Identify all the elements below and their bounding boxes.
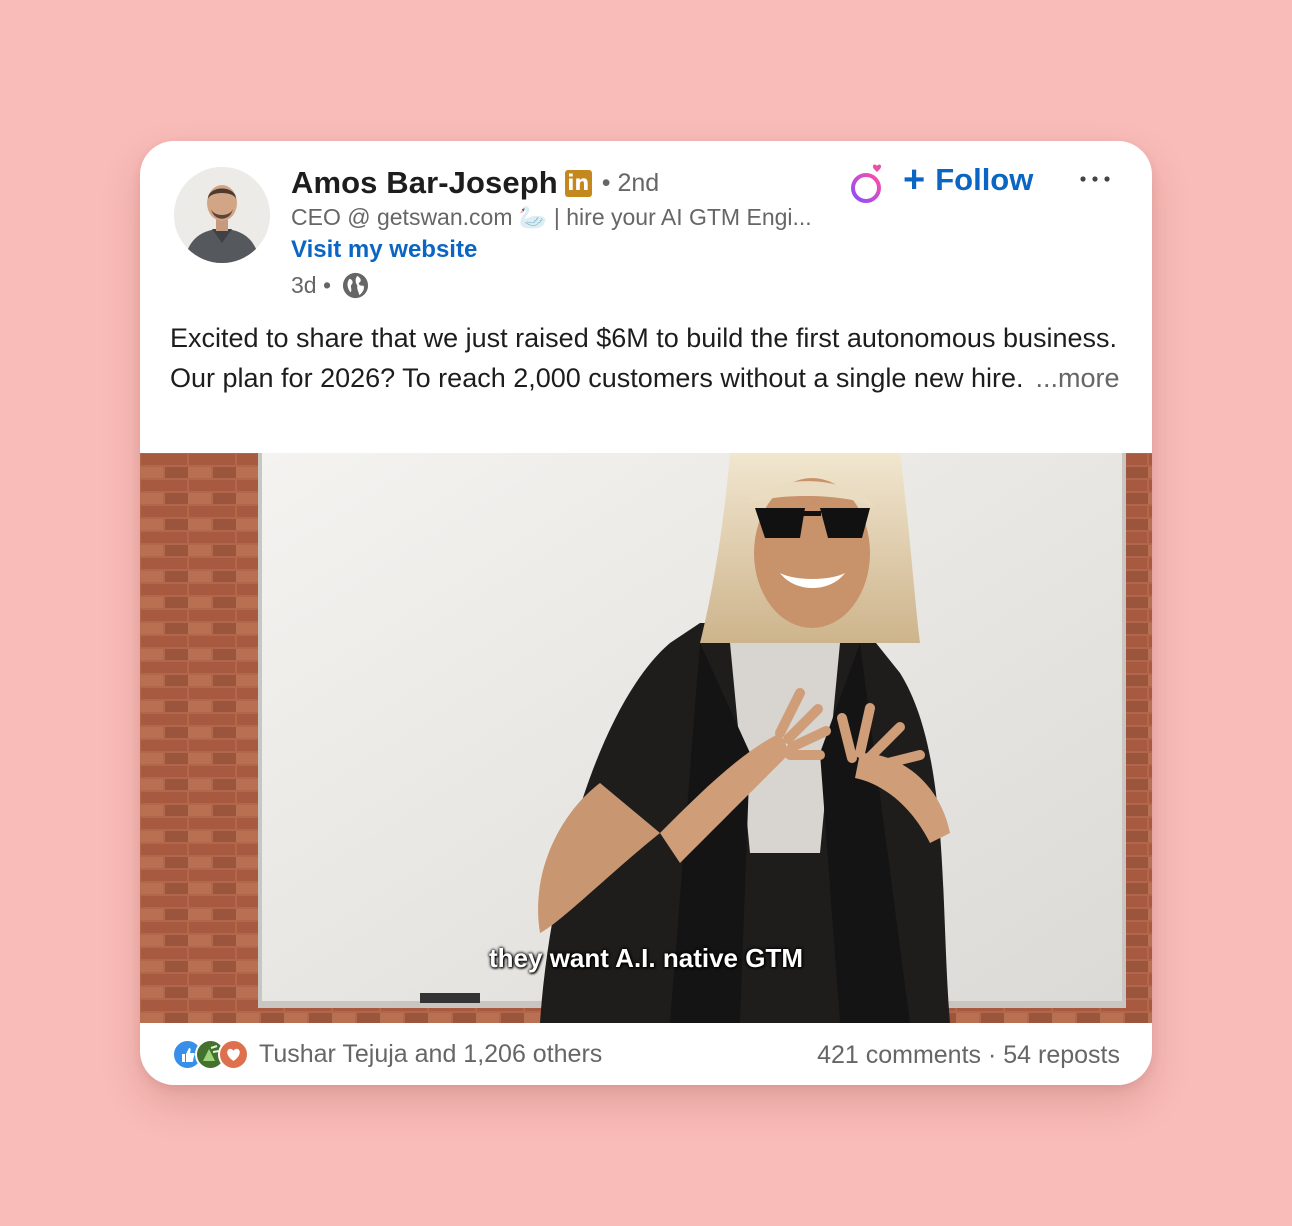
comments-reposts: 421 comments · 54 reposts — [817, 1041, 1120, 1070]
visit-website-link[interactable]: Visit my website — [291, 236, 477, 264]
premium-gender-icon — [851, 164, 882, 203]
ellipsis-icon[interactable] — [1078, 165, 1112, 193]
avatar-photo — [174, 167, 270, 263]
follow-label: Follow — [935, 162, 1034, 197]
separator: · — [981, 1041, 1004, 1069]
plus-icon: + — [903, 159, 926, 201]
post-time: 3d • — [291, 272, 332, 298]
author-avatar[interactable] — [174, 167, 270, 263]
reactions-text[interactable]: Tushar Tejuja and 1,206 others — [259, 1040, 602, 1069]
comments-count[interactable]: 421 comments — [817, 1041, 981, 1069]
post-text: Excited to share that we just raised $6M… — [170, 323, 1118, 393]
post-text-block: Excited to share that we just raised $6M… — [170, 318, 1120, 398]
author-name[interactable]: Amos Bar-Joseph — [291, 165, 558, 201]
post-meta: 3d • — [291, 271, 370, 300]
reactions-summary[interactable]: Tushar Tejuja and 1,206 others — [172, 1039, 602, 1070]
globe-icon — [342, 272, 369, 299]
linkedin-premium-icon: in — [564, 169, 592, 197]
reposts-count[interactable]: 54 reposts — [1003, 1041, 1120, 1069]
author-name-row: Amos Bar-Joseph in • 2nd — [291, 165, 659, 201]
post-card: Amos Bar-Joseph in • 2nd CEO @ getswan.c… — [140, 141, 1152, 1085]
author-headline: CEO @ getswan.com 🦢 | hire your AI GTM E… — [291, 204, 812, 230]
connection-degree: • 2nd — [601, 168, 660, 197]
video-caption: they want A.I. native GTM — [489, 943, 803, 973]
post-video[interactable]: they want A.I. native GTM — [140, 453, 1152, 1023]
see-more-link[interactable]: ...more — [1036, 363, 1120, 393]
social-counts-bar: Tushar Tejuja and 1,206 others 421 comme… — [140, 1023, 1152, 1085]
video-frame-illustration — [140, 453, 1152, 1023]
follow-button[interactable]: + Follow — [903, 161, 1033, 199]
love-icon — [218, 1039, 249, 1070]
